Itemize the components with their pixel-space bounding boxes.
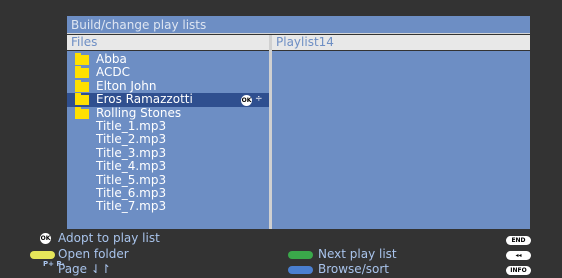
list-item-title-3[interactable]: Title_3.mp3 bbox=[67, 145, 269, 160]
list-item-label: Eros Ramazzotti bbox=[96, 92, 193, 107]
playlist-pane[interactable] bbox=[272, 51, 530, 229]
list-item-title-2[interactable]: Title_2.mp3 bbox=[67, 133, 269, 146]
dialog-title: Build/change play lists bbox=[67, 16, 530, 34]
list-item-title-6[interactable]: Title_6.mp3 bbox=[67, 185, 269, 200]
playlist-column-header: Playlist14 bbox=[272, 35, 530, 50]
list-item-acdc[interactable]: ACDC bbox=[67, 66, 269, 79]
list-item-title-1[interactable]: Title_1.mp3 bbox=[67, 118, 269, 133]
list-item-label: Rolling Stones bbox=[96, 105, 182, 120]
playlist-dialog: Build/change play lists Files Playlist14… bbox=[67, 16, 530, 229]
list-item-label: Title_3.mp3 bbox=[96, 145, 167, 160]
list-item-label: Title_2.mp3 bbox=[96, 132, 167, 147]
list-item-elton-john[interactable]: Elton John bbox=[67, 78, 269, 93]
files-column-header: Files bbox=[67, 35, 269, 50]
help-adopt-label: Adopt to play list bbox=[58, 231, 160, 245]
help-browse-sort-label: Browse/sort bbox=[318, 262, 389, 276]
move-arrows-icon: ÷ bbox=[255, 94, 263, 105]
ok-key-icon: OK bbox=[241, 94, 252, 106]
folder-icon bbox=[75, 53, 89, 65]
folder-icon bbox=[75, 93, 89, 106]
list-item-abba[interactable]: Abba bbox=[67, 52, 269, 66]
list-item-label: Title_1.mp3 bbox=[96, 118, 167, 133]
key-help-bar: OK Adopt to play list Open folder P+ P- … bbox=[0, 229, 562, 278]
folder-icon bbox=[75, 66, 89, 79]
folder-icon bbox=[75, 79, 89, 92]
list-item-rolling-stones[interactable]: Rolling Stones bbox=[67, 105, 269, 120]
list-item-title-7[interactable]: Title_7.mp3 bbox=[67, 200, 269, 213]
list-item-label: Title_6.mp3 bbox=[96, 185, 167, 200]
list-item-label: Elton John bbox=[96, 78, 157, 93]
list-item-label: Title_5.mp3 bbox=[96, 172, 167, 187]
tv-screen: Build/change play lists Files Playlist14… bbox=[0, 0, 562, 278]
info-key-icon: INFO bbox=[506, 266, 531, 275]
list-item-title-5[interactable]: Title_5.mp3 bbox=[67, 172, 269, 187]
list-item-label: Title_4.mp3 bbox=[96, 159, 167, 174]
folder-icon bbox=[75, 106, 89, 119]
list-item-title-4[interactable]: Title_4.mp3 bbox=[67, 159, 269, 174]
blue-key-icon bbox=[288, 266, 313, 274]
list-item-label: Abba bbox=[96, 52, 127, 66]
help-page-label: Page ⇃↾ bbox=[58, 262, 111, 276]
ok-key-icon: OK bbox=[40, 233, 51, 244]
help-open-folder-label: Open folder bbox=[58, 247, 129, 261]
list-item-label: Title_7.mp3 bbox=[96, 199, 167, 214]
help-next-playlist-label: Next play list bbox=[318, 247, 397, 261]
files-pane[interactable]: Abba ACDC Elton John Eros Ramazzotti OK … bbox=[67, 51, 269, 229]
list-item-eros-ramazzotti[interactable]: Eros Ramazzotti OK ÷ bbox=[67, 92, 269, 107]
yellow-key-icon bbox=[30, 251, 55, 259]
list-item-label: ACDC bbox=[96, 65, 130, 80]
green-key-icon bbox=[288, 251, 313, 259]
end-key-icon: END bbox=[506, 236, 531, 245]
files-list: Abba ACDC Elton John Eros Ramazzotti OK … bbox=[67, 52, 269, 214]
back-key-icon: ◂◂ bbox=[506, 251, 531, 260]
